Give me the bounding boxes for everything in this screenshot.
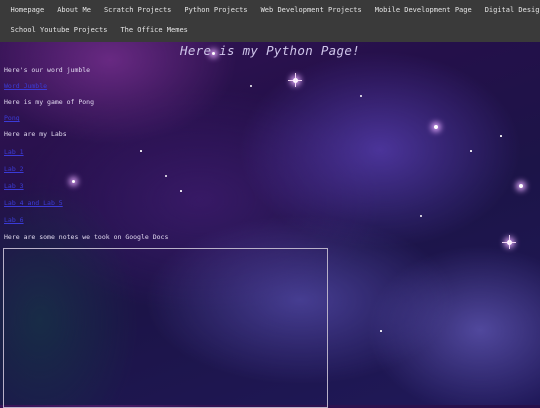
star-icon — [500, 135, 502, 137]
google-docs-embed[interactable] — [3, 248, 328, 408]
star-icon — [360, 95, 362, 97]
nav-item-web-development-projects[interactable]: Web Development Projects — [254, 6, 368, 14]
lab-6-link[interactable]: Lab 6 — [4, 216, 24, 224]
top-navigation: Homepage About Me Scratch Projects Pytho… — [0, 0, 540, 42]
lab-2-link[interactable]: Lab 2 — [4, 165, 24, 173]
pong-link[interactable]: Pong — [4, 114, 20, 122]
page-title: Here is my Python Page! — [180, 43, 360, 58]
pong-intro: Here is my game of Pong — [4, 98, 95, 106]
star-icon — [470, 150, 472, 152]
word-jumble-link[interactable]: Word Jumble — [4, 82, 47, 90]
star-icon — [250, 85, 252, 87]
nav-item-python-projects[interactable]: Python Projects — [178, 6, 254, 14]
star-icon — [72, 180, 75, 183]
labs-intro: Here are my Labs — [4, 130, 67, 138]
nav-item-digital-design[interactable]: Digital Design — [478, 6, 540, 14]
nav-item-school-youtube-projects[interactable]: School Youtube Projects — [4, 26, 114, 34]
nav-item-scratch-projects[interactable]: Scratch Projects — [97, 6, 177, 14]
star-icon — [140, 150, 142, 152]
star-icon — [519, 184, 523, 188]
star-icon — [420, 215, 422, 217]
nav-row-secondary: School Youtube Projects The Office Memes — [4, 20, 540, 40]
word-jumble-intro: Here's our word jumble — [4, 66, 91, 74]
lab-4-and-5-link[interactable]: Lab 4 and Lab 5 — [4, 199, 63, 207]
star-icon — [180, 190, 182, 192]
nav-item-mobile-development-page[interactable]: Mobile Development Page — [368, 6, 478, 14]
lab-1-link[interactable]: Lab 1 — [4, 148, 24, 156]
nav-item-homepage[interactable]: Homepage — [4, 6, 51, 14]
star-icon — [380, 330, 382, 332]
nav-item-about-me[interactable]: About Me — [51, 6, 98, 14]
star-icon — [434, 125, 438, 129]
nav-row-primary: Homepage About Me Scratch Projects Pytho… — [4, 0, 540, 20]
star-icon — [165, 175, 167, 177]
notes-intro: Here are some notes we took on Google Do… — [4, 233, 169, 241]
nav-item-the-office-memes[interactable]: The Office Memes — [114, 26, 194, 34]
lab-3-link[interactable]: Lab 3 — [4, 182, 24, 190]
